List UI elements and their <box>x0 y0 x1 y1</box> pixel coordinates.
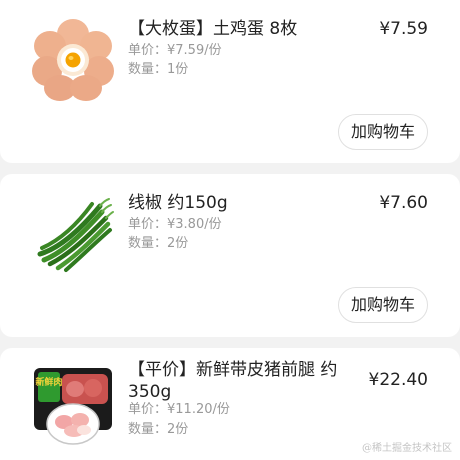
green-pepper-image <box>37 198 114 272</box>
item-total-price: ¥7.59 <box>379 19 428 39</box>
add-to-cart-button[interactable]: 加购物车 <box>338 287 428 323</box>
pork-image: 新鲜肉 <box>34 368 112 445</box>
item-unit-price: 单价：¥7.59/份 <box>128 43 222 58</box>
order-item-list: 【大枚蛋】土鸡蛋 8枚 ¥7.59 单价：¥7.59/份 数量：1份 加购物车 … <box>0 0 460 460</box>
item-unit-price: 单价：¥3.80/份 <box>128 217 222 232</box>
eggs-image <box>32 19 114 101</box>
item-total-price: ¥22.40 <box>368 370 428 390</box>
list-item: 线椒 约150g ¥7.60 单价：¥3.80/份 数量：2份 加购物车 <box>0 174 460 337</box>
item-total-price: ¥7.60 <box>379 193 428 213</box>
watermark: @稀土掘金技术社区 <box>362 443 452 454</box>
item-name: 【平价】新鲜带皮猪前腿 约350g <box>128 360 338 402</box>
item-unit-price: 单价：¥11.20/份 <box>128 402 230 417</box>
item-name: 线椒 约150g <box>128 193 228 213</box>
item-name: 【大枚蛋】土鸡蛋 8枚 <box>128 19 298 39</box>
add-to-cart-button[interactable]: 加购物车 <box>338 114 428 150</box>
item-quantity: 数量：2份 <box>128 236 189 251</box>
item-quantity: 数量：2份 <box>128 422 189 437</box>
item-quantity: 数量：1份 <box>128 62 189 77</box>
list-item: 【大枚蛋】土鸡蛋 8枚 ¥7.59 单价：¥7.59/份 数量：1份 加购物车 <box>0 0 460 163</box>
package-label: 新鲜肉 <box>35 376 62 388</box>
